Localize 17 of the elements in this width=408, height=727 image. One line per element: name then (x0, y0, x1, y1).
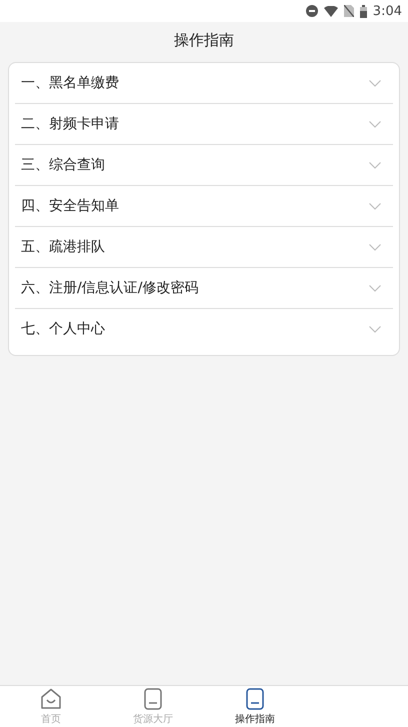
document-icon (144, 688, 162, 710)
do-not-disturb-icon (306, 5, 318, 17)
page-title: 操作指南 (174, 30, 234, 50)
guide-item[interactable]: 四、安全告知单 (15, 186, 393, 227)
guide-item[interactable]: 一、黑名单缴费 (15, 63, 393, 104)
wifi-icon (324, 6, 338, 16)
guide-item[interactable]: 二、射频卡申请 (15, 104, 393, 145)
guide-item[interactable]: 三、综合查询 (15, 145, 393, 186)
status-time: 3:04 (372, 4, 402, 18)
guide-item[interactable]: 七、个人中心 (15, 309, 393, 349)
tab-item[interactable]: 操作指南 (204, 686, 306, 727)
guide-item[interactable]: 五、疏港排队 (15, 227, 393, 268)
battery-icon (360, 4, 367, 18)
no-sim-icon (344, 5, 354, 17)
home-icon (40, 688, 62, 710)
document-icon (246, 688, 264, 710)
guide-item[interactable]: 六、注册/信息认证/修改密码 (15, 268, 393, 309)
